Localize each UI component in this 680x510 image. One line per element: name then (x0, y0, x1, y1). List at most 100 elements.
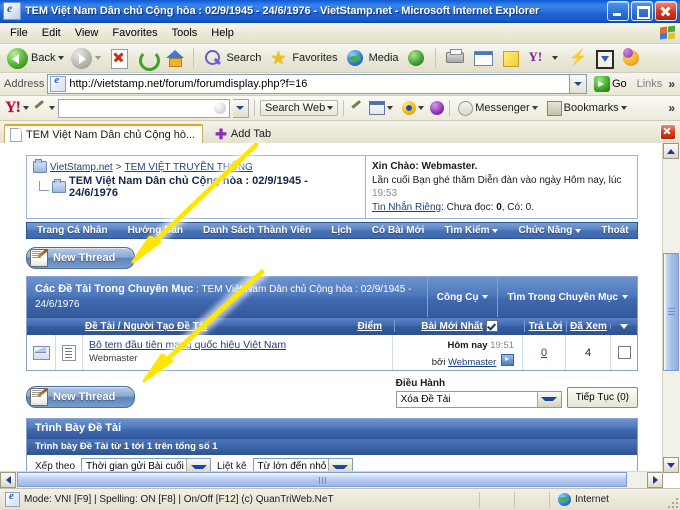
refresh-button[interactable] (133, 46, 161, 71)
search-web-dropdown-icon[interactable] (327, 106, 334, 110)
address-input[interactable]: http://vietstamp.net/forum/forumdisplay.… (47, 74, 587, 94)
search-forum-menu[interactable]: Tìm Trong Chuyên Mục (497, 277, 637, 318)
yahoo-dropdown-icon[interactable] (551, 56, 558, 60)
col-replies[interactable]: Trả Lời (529, 321, 563, 332)
download-button[interactable] (590, 46, 617, 70)
breadcrumb-root-link[interactable]: VietStamp.net (50, 162, 113, 173)
nav-co-bai-moi[interactable]: Có Bài Mới (362, 225, 435, 236)
favorites-button[interactable]: ★ Favorites (265, 46, 340, 70)
menu-view[interactable]: View (68, 25, 106, 41)
col-title[interactable]: Đề Tài / Người Tạo Đề Tài (85, 321, 207, 332)
thread-views-cell: 4 (565, 335, 610, 370)
horizontal-scrollbar-thumb[interactable] (17, 472, 627, 487)
nav-lich[interactable]: Lịch (321, 225, 362, 236)
chevron-down-icon (536, 391, 561, 407)
toolbar-overflow-icon[interactable]: » (668, 77, 677, 91)
col-lastpost[interactable]: Bài Mới Nhất (421, 321, 483, 332)
nav-thoat[interactable]: Thoát (591, 225, 638, 236)
pencil-icon[interactable] (32, 101, 46, 115)
search-web-button[interactable]: Search Web (259, 100, 339, 116)
popup-blocker-button[interactable] (399, 100, 427, 116)
pm-link[interactable]: Tin Nhắn Riêng (372, 202, 441, 213)
status-message-segment: Mode: VNI [F9] | Spelling: ON [F8] | On/… (0, 491, 480, 508)
highlight-icon[interactable] (349, 101, 363, 115)
thread-select-checkbox[interactable] (617, 346, 631, 360)
add-tab-button[interactable]: ✚ Add Tab (207, 124, 279, 143)
scroll-down-button[interactable] (663, 457, 679, 473)
print-button[interactable] (441, 46, 468, 70)
links-label[interactable]: Links (634, 78, 666, 90)
yahoo-logo-dropdown-icon[interactable] (22, 106, 29, 110)
moderation-continue-button[interactable]: Tiếp Tục (0) (566, 386, 638, 408)
search-button[interactable]: Search (199, 46, 264, 70)
chevron-down-icon[interactable] (620, 323, 628, 329)
card-dropdown-icon[interactable] (387, 106, 394, 110)
stop-button[interactable] (105, 46, 132, 70)
forward-dropdown-icon[interactable] (95, 56, 102, 60)
new-thread-button-top[interactable]: New Thread (26, 247, 135, 269)
horizontal-scrollbar[interactable] (0, 471, 663, 488)
bookmarks-button[interactable]: Bookmarks (544, 100, 630, 117)
nav-danh-sach-thanh-vien[interactable]: Danh Sách Thành Viên (193, 225, 321, 236)
globe-icon (345, 48, 366, 68)
moderation-select[interactable]: Xóa Đề Tài (395, 390, 562, 408)
menu-help[interactable]: Help (204, 25, 241, 41)
go-button[interactable]: Go (590, 75, 631, 94)
maximize-button[interactable] (631, 1, 653, 21)
tab-active[interactable]: TEM Việt Nam Dân chủ Cộng hò... (4, 124, 204, 143)
orb-dropdown-icon[interactable] (418, 106, 425, 110)
menu-favorites[interactable]: Favorites (105, 25, 164, 41)
nav-tim-kiem[interactable]: Tìm Kiếm (434, 225, 508, 236)
messenger-button[interactable]: Messenger (455, 100, 540, 117)
scroll-right-button[interactable] (647, 472, 663, 488)
resize-grip[interactable] (666, 496, 678, 508)
close-button[interactable] (655, 1, 677, 21)
menu-edit[interactable]: Edit (35, 25, 68, 41)
nav-trang-ca-nhan[interactable]: Trang Cá Nhân (27, 225, 118, 236)
yahoo-logo[interactable]: Y! (5, 100, 21, 116)
messenger-dropdown-icon[interactable] (531, 106, 538, 110)
thread-title-link[interactable]: Bộ tem đầu tiên mang quốc hiệu Việt Nam (89, 339, 320, 351)
antispy-shield-icon[interactable] (430, 101, 445, 115)
antispy-button[interactable] (366, 100, 396, 116)
new-thread-button-bottom[interactable]: New Thread (26, 385, 135, 408)
col-rating[interactable]: Điểm (358, 321, 382, 332)
home-button[interactable] (161, 46, 188, 70)
address-dropdown-button[interactable] (568, 75, 586, 93)
history-button[interactable] (403, 46, 430, 70)
back-button[interactable]: Back (4, 46, 67, 70)
col-views[interactable]: Đã Xem (570, 321, 607, 332)
media-button[interactable]: Media (342, 46, 402, 70)
status-zone-segment: Internet (550, 492, 680, 508)
messenger-shortcut-button[interactable]: ⚡ (562, 46, 589, 70)
bookmarks-dropdown-icon[interactable] (620, 106, 627, 110)
yahoo-search-input[interactable] (57, 98, 230, 118)
replies-count[interactable]: 0 (541, 347, 547, 359)
vertical-scrollbar[interactable] (662, 143, 680, 473)
thread-table: Các Đề Tài Trong Chuyên Mục : TEM Việt N… (26, 276, 638, 371)
smiley-button[interactable] (618, 46, 645, 70)
nav-chuc-nang[interactable]: Chức Năng (508, 225, 591, 236)
forward-icon (71, 47, 93, 69)
breadcrumb-parent-link[interactable]: TEM VIỆT TRUYỀN THỐNG (124, 162, 252, 173)
vertical-scrollbar-thumb[interactable] (663, 253, 679, 371)
yahoo-overflow-icon[interactable]: » (668, 101, 677, 115)
note-button[interactable] (497, 46, 524, 70)
tools-menu[interactable]: Công Cụ (426, 277, 498, 318)
goto-lastpost-icon[interactable] (501, 353, 514, 366)
close-tab-button[interactable] (660, 124, 676, 140)
lastpost-author-link[interactable]: Webmaster (448, 357, 496, 368)
menu-tools[interactable]: Tools (165, 25, 205, 41)
minimize-button[interactable] (607, 1, 629, 21)
scroll-left-button[interactable] (0, 472, 16, 488)
pencil-dropdown-icon[interactable] (48, 106, 55, 110)
nav-huong-dan[interactable]: Hướng Dẫn (118, 225, 193, 236)
scroll-up-button[interactable] (663, 143, 679, 159)
edit-button[interactable] (469, 46, 496, 70)
menu-file[interactable]: File (3, 25, 35, 41)
edit-page-icon (472, 48, 493, 68)
back-dropdown-icon[interactable] (58, 56, 65, 60)
yahoo-search-dropdown[interactable] (232, 98, 249, 118)
yahoo-button[interactable]: Y! (525, 46, 561, 70)
forward-button[interactable] (68, 46, 104, 70)
